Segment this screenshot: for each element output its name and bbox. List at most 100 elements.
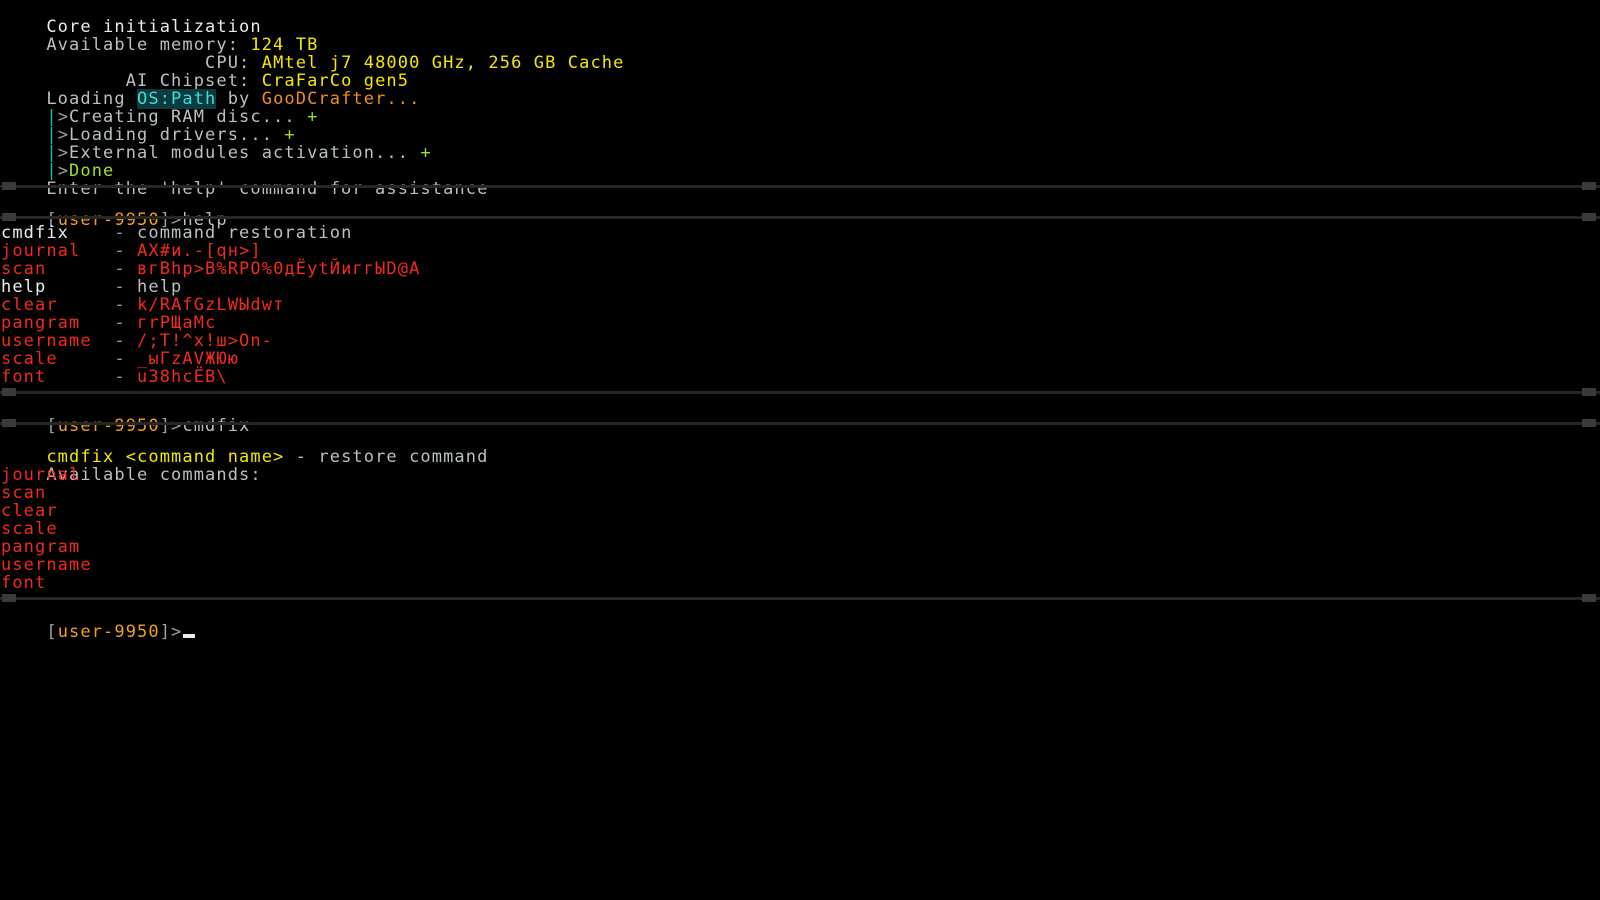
output-separator <box>0 592 1600 605</box>
step-arrow-icon: > <box>57 161 70 181</box>
help-row: journal - AX#и.-[qн>] <box>0 242 1600 260</box>
cmdfix-available-item-label: scan <box>1 483 47 503</box>
spec-label-memory: Available memory: <box>46 35 240 55</box>
help-row-dash: - <box>114 367 126 387</box>
help-row-command-name: clear <box>1 295 58 315</box>
cmdfix-usage-command: cmdfix <command name> <box>46 447 285 467</box>
step-text-3: External modules activation... <box>69 143 421 163</box>
step-text-1: Creating RAM disc... <box>69 107 308 127</box>
help-row-gap-2 <box>126 295 137 315</box>
loading-by: by <box>216 89 262 109</box>
help-row-gap-2 <box>126 259 137 279</box>
separator-knob-left <box>2 388 16 396</box>
help-row-description: u38hcЁB\ <box>137 367 228 387</box>
help-row-gap-2 <box>126 331 137 351</box>
separator-knob-left <box>2 213 16 221</box>
separator-knob-right <box>1582 594 1596 602</box>
help-row-description: AX#и.-[qн>] <box>137 241 262 261</box>
help-row-gap <box>46 367 114 387</box>
step-marker-icon: | <box>46 143 58 163</box>
output-separator <box>0 386 1600 399</box>
prompt-bracket-open: [ <box>46 622 58 642</box>
prompt-caret-icon: > <box>171 622 183 642</box>
help-row-description: k/RAfGzLWЫdwт <box>137 295 285 315</box>
prompt-line-active[interactable]: [user-9950]> <box>0 605 1600 641</box>
help-row-description: _ыГzAVЖЮю <box>137 349 240 369</box>
loading-prefix: Loading <box>46 89 138 109</box>
prompt-username: user-9950 <box>57 622 160 642</box>
step-arrow-icon: > <box>57 107 70 127</box>
help-row-description: /;T!^x!ш>On- <box>137 331 274 351</box>
help-row-dash: - <box>114 223 126 243</box>
help-row: cmdfix - command restoration <box>0 224 1600 242</box>
help-row-command-name: cmdfix <box>1 223 70 243</box>
separator-knob-left <box>2 419 16 427</box>
separator-knob-right <box>1582 213 1596 221</box>
step-arrow-icon: > <box>57 143 70 163</box>
cmdfix-available-item-label: pangram <box>1 537 81 557</box>
help-row-command-name: journal <box>1 241 81 261</box>
help-row: help - help <box>0 278 1600 296</box>
separator-track <box>0 391 1600 394</box>
step-status-check-icon-1: + <box>307 107 319 127</box>
output-separator <box>0 211 1600 224</box>
help-row-dash: - <box>114 349 126 369</box>
separator-knob-left <box>2 182 16 190</box>
terminal-screen[interactable]: Core initialization Available memory: 12… <box>0 0 1600 900</box>
help-row: username - /;T!^x!ш>On- <box>0 332 1600 350</box>
help-row-gap <box>92 331 115 351</box>
spec-value-chipset: CraFarCo gen5 <box>261 71 410 91</box>
prompt-line-cmdfix[interactable]: [user-9950]>cmdfix <box>0 399 1600 435</box>
step-marker-icon: | <box>46 107 58 127</box>
spec-label-chipset: AI Chipset: <box>125 71 251 91</box>
help-row-description: command restoration <box>137 223 353 243</box>
help-row-description: гrРЩaMc <box>137 313 217 333</box>
separator-track <box>0 185 1600 188</box>
help-row-command-name: help <box>1 277 47 297</box>
text-cursor <box>183 634 196 638</box>
help-row-gap-2 <box>126 367 137 387</box>
help-row: pangram - гrРЩaMc <box>0 314 1600 332</box>
help-row-command-name: scale <box>1 349 58 369</box>
spec-value-cpu: AMtel j7 48000 GHz, 256 GB Cache <box>261 53 625 73</box>
help-row-gap <box>80 241 114 261</box>
help-row-gap <box>58 349 115 369</box>
cmdfix-available-item: scale <box>0 520 1600 538</box>
step-marker-icon: | <box>46 125 58 145</box>
cmdfix-available-item-label: scale <box>1 519 58 539</box>
cmdfix-available-item-label: font <box>1 573 47 593</box>
help-row-gap-2 <box>126 349 137 369</box>
help-row-gap <box>69 223 114 243</box>
help-row-gap <box>46 277 114 297</box>
step-arrow-icon: > <box>57 125 70 145</box>
separator-track <box>0 597 1600 600</box>
cmdfix-available-item: pangram <box>0 538 1600 556</box>
help-row-gap <box>58 295 115 315</box>
help-row: clear - k/RAfGzLWЫdwт <box>0 296 1600 314</box>
cmdfix-available-item: font <box>0 574 1600 592</box>
step-marker-icon: | <box>46 161 58 181</box>
cmdfix-available-item-label: journal <box>1 465 81 485</box>
help-row: scale - _ыГzAVЖЮю <box>0 350 1600 368</box>
help-row-dash: - <box>114 295 126 315</box>
help-row-gap-2 <box>126 277 137 297</box>
spec-value-memory: 124 TB <box>250 35 319 55</box>
help-row-dash: - <box>114 313 126 333</box>
boot-title-text: Core initialization <box>46 17 262 37</box>
output-separator <box>0 180 1600 193</box>
help-row-gap-2 <box>126 313 137 333</box>
help-row-dash: - <box>114 277 126 297</box>
cmdfix-available-item-label: clear <box>1 501 58 521</box>
cmdfix-usage-description: - restore command <box>284 447 489 467</box>
cmdfix-available-item-label: username <box>1 555 92 575</box>
boot-done-text: Done <box>69 161 115 181</box>
help-row-gap <box>80 313 114 333</box>
step-status-check-icon-3: + <box>420 143 432 163</box>
help-row-command-name: scan <box>1 259 47 279</box>
help-row-description: вгBhp>B%RPO%0дЁytЙиггЫD@A <box>137 259 421 279</box>
os-name-highlight: OS:Path <box>137 89 217 109</box>
spec-label-cpu: CPU: <box>205 53 251 73</box>
output-separator <box>0 417 1600 430</box>
help-row-description: help <box>137 277 183 297</box>
separator-knob-right <box>1582 419 1596 427</box>
